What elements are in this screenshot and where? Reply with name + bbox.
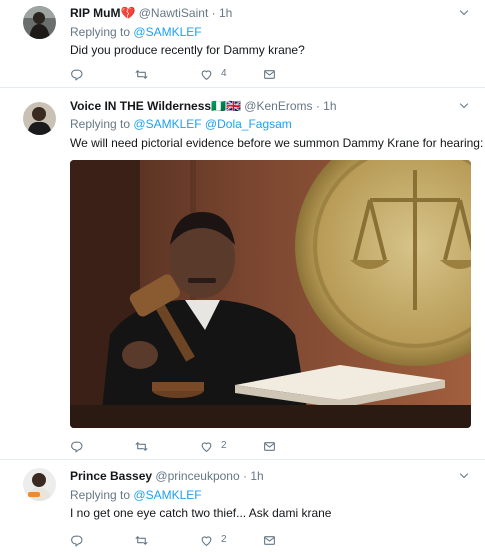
display-name[interactable]: Prince Bassey	[70, 469, 152, 483]
message-button[interactable]	[263, 438, 276, 454]
heart-icon	[200, 440, 213, 453]
heart-icon	[200, 68, 213, 81]
mention-link[interactable]: @SAMKLEF @Dola_Fagsam	[133, 117, 291, 131]
replying-to: Replying to @SAMKLEF	[70, 25, 202, 39]
retweet-button[interactable]	[135, 66, 148, 82]
tweet[interactable]: Voice IN THE Wilderness🇳🇬🇬🇧 @KenEroms · …	[0, 88, 485, 460]
reply-button[interactable]	[70, 532, 83, 548]
chevron-down-icon[interactable]	[457, 100, 471, 112]
tweet-time[interactable]: · 1h	[243, 469, 264, 483]
avatar[interactable]	[23, 468, 56, 501]
retweet-button[interactable]	[135, 438, 148, 454]
message-button[interactable]	[263, 532, 276, 548]
chevron-down-icon[interactable]	[457, 470, 471, 482]
tweet-text: We will need pictorial evidence before w…	[70, 136, 484, 150]
replying-to: Replying to @SAMKLEF @Dola_Fagsam	[70, 117, 292, 131]
replying-to-label: Replying to	[70, 488, 131, 502]
reply-button[interactable]	[70, 438, 83, 454]
tweet-actions: 2	[70, 532, 330, 548]
display-name[interactable]: RIP MuM💔	[70, 6, 135, 20]
tweet-text: Did you produce recently for Dammy krane…	[70, 43, 305, 57]
reply-icon	[70, 440, 83, 453]
message-button[interactable]	[263, 66, 276, 82]
replying-to: Replying to @SAMKLEF	[70, 488, 202, 502]
tweet[interactable]: RIP MuM💔 @NawtiSaint · 1h Replying to @S…	[0, 0, 485, 88]
tweet-photo[interactable]	[70, 160, 471, 428]
like-button[interactable]: 2	[200, 438, 227, 454]
user-handle[interactable]: @NawtiSaint	[139, 6, 209, 20]
retweet-button[interactable]	[135, 532, 148, 548]
replying-to-label: Replying to	[70, 25, 131, 39]
like-count: 2	[221, 534, 227, 545]
reply-button[interactable]	[70, 66, 83, 82]
tweet-time[interactable]: · 1h	[212, 6, 233, 20]
tweet-header: RIP MuM💔 @NawtiSaint · 1h	[70, 6, 232, 20]
tweet-feed: RIP MuM💔 @NawtiSaint · 1h Replying to @S…	[0, 0, 485, 552]
heart-icon	[200, 534, 213, 547]
like-count: 4	[221, 68, 227, 79]
user-handle[interactable]: @KenEroms	[244, 99, 312, 113]
user-handle[interactable]: @princeukpono	[155, 469, 239, 483]
tweet-header: Prince Bassey @princeukpono · 1h	[70, 469, 264, 483]
tweet-actions: 2	[70, 438, 330, 454]
mention-link[interactable]: @SAMKLEF	[133, 488, 201, 502]
like-count: 2	[221, 440, 227, 451]
reply-icon	[70, 68, 83, 81]
tweet-actions: 4	[70, 66, 330, 82]
tweet-header: Voice IN THE Wilderness🇳🇬🇬🇧 @KenEroms · …	[70, 99, 337, 113]
retweet-icon	[135, 534, 148, 547]
chevron-down-icon[interactable]	[457, 7, 471, 19]
like-button[interactable]: 4	[200, 66, 227, 82]
display-name[interactable]: Voice IN THE Wilderness🇳🇬🇬🇧	[70, 99, 241, 113]
tweet[interactable]: Prince Bassey @princeukpono · 1h Replyin…	[0, 460, 485, 552]
judge-photo-illustration	[70, 160, 471, 428]
retweet-icon	[135, 68, 148, 81]
envelope-icon	[263, 534, 276, 547]
envelope-icon	[263, 440, 276, 453]
replying-to-label: Replying to	[70, 117, 131, 131]
avatar[interactable]	[23, 102, 56, 135]
like-button[interactable]: 2	[200, 532, 227, 548]
mention-link[interactable]: @SAMKLEF	[133, 25, 201, 39]
retweet-icon	[135, 440, 148, 453]
tweet-time[interactable]: · 1h	[316, 99, 337, 113]
avatar[interactable]	[23, 6, 56, 39]
reply-icon	[70, 534, 83, 547]
tweet-text: I no get one eye catch two thief... Ask …	[70, 506, 332, 520]
envelope-icon	[263, 68, 276, 81]
